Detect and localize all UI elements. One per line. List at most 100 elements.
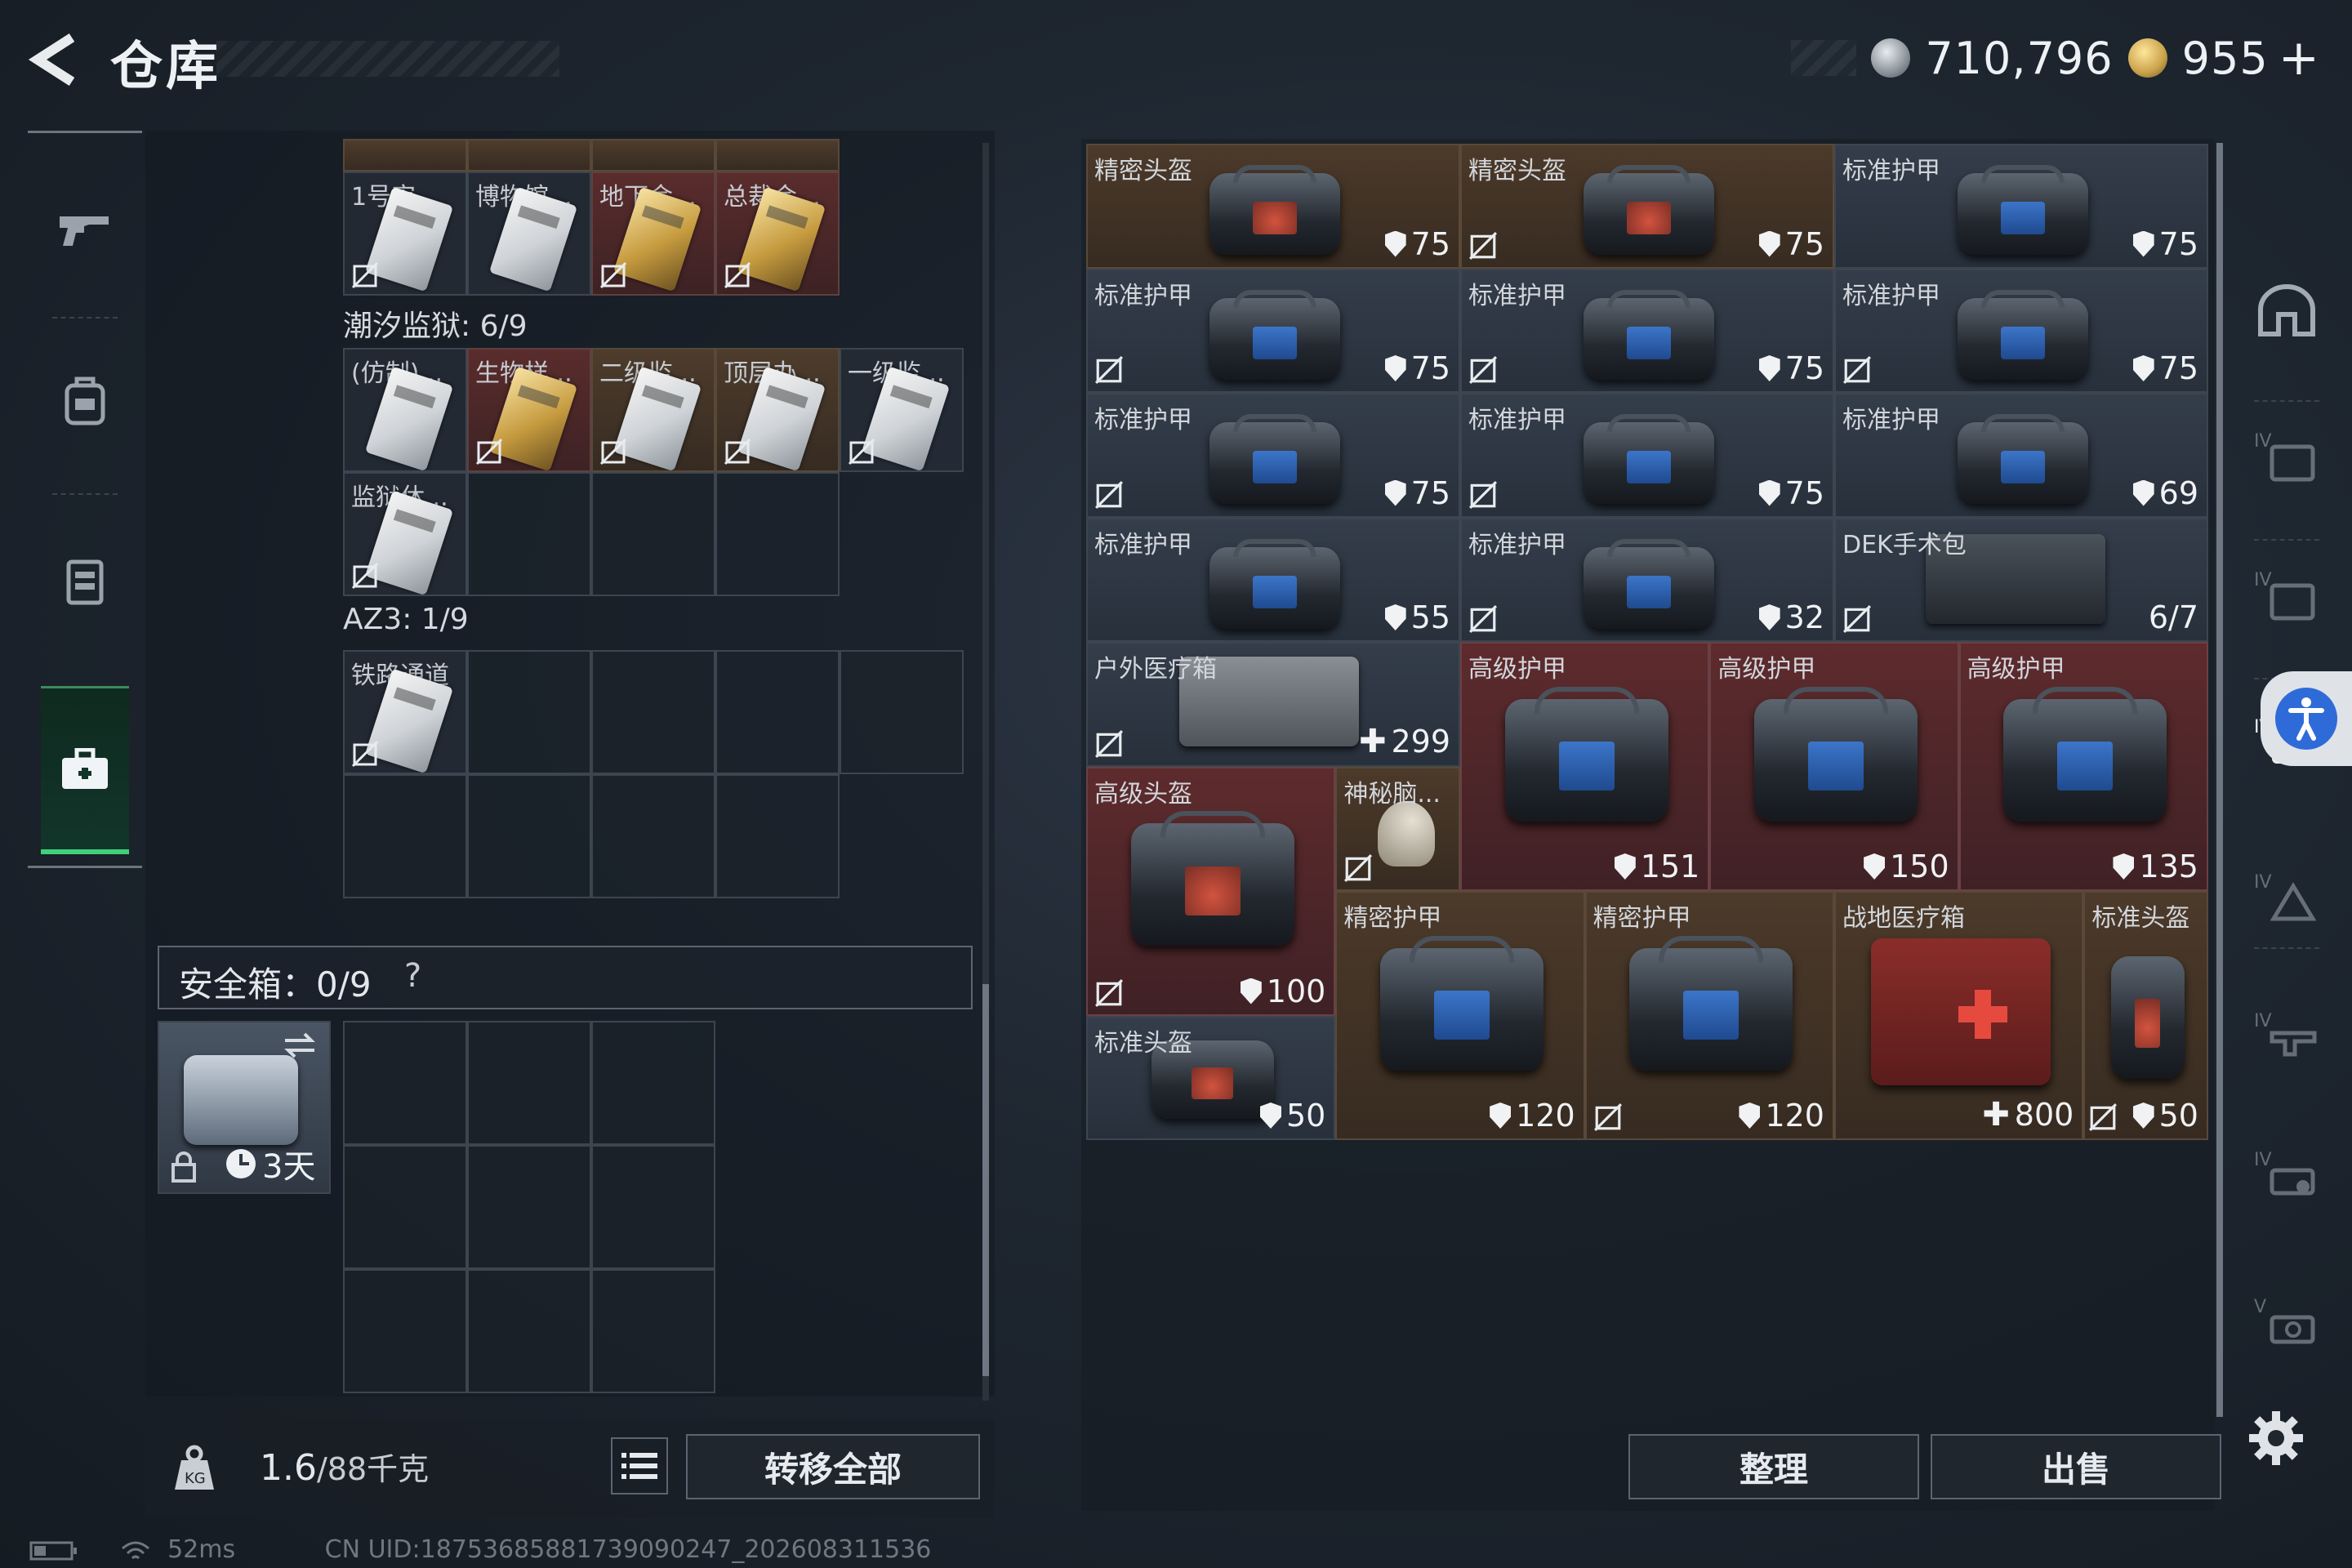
stash-item[interactable]: 标准护甲 55 [1086,517,1460,642]
keycard-slot[interactable]: 地下金... [591,172,715,296]
keycard-slot[interactable]: 监狱休... [343,472,467,596]
stash-item[interactable]: 神秘脑... [1335,766,1460,891]
stash-item[interactable]: 标准护甲 75 [1460,393,1834,518]
stash-item[interactable]: 标准护甲 32 [1460,517,1834,642]
list-view-button[interactable] [611,1437,668,1494]
list-icon [621,1453,657,1479]
empty-slot[interactable] [591,774,715,898]
nav-inventory-case[interactable] [41,686,129,854]
misc-tier-icon: IV [2254,872,2317,921]
nav-vest[interactable] [28,514,142,645]
safe-slot[interactable] [343,1145,467,1269]
left-scrollbar[interactable] [982,143,989,1401]
shield-icon [1758,230,1780,257]
nav-weapon-iv[interactable]: IV [2246,988,2328,1086]
gold-coin-icon [2127,38,2167,78]
nav-vest-iv[interactable]: IV [2246,547,2328,645]
stash-item[interactable]: 高级护甲 135 [1958,642,2208,891]
no-lock-icon [351,261,379,289]
right-scrollbar[interactable] [2216,143,2223,1417]
keycard-slot[interactable]: 铁路通道 [343,650,467,774]
swap-icon[interactable] [282,1031,318,1060]
safe-slot[interactable] [343,1021,467,1145]
stash-item[interactable]: 精密护甲 120 [1335,891,1585,1140]
stash-item[interactable]: 高级头盔 100 [1086,766,1336,1016]
stash-item[interactable]: 标准头盔 50 [2083,891,2208,1140]
safe-slot[interactable] [591,1269,715,1393]
no-lock-icon [1468,480,1498,509]
keycard-slot-partial[interactable] [467,139,591,172]
shield-icon [2113,853,2135,880]
nav-helmet[interactable] [2246,261,2328,359]
safe-slot[interactable] [467,1021,591,1145]
left-scrollbar-thumb[interactable] [982,984,989,1376]
weight-capacity: /88千克 [316,1451,430,1487]
empty-slot[interactable] [591,650,715,774]
safe-box-item[interactable]: 3天 [158,1021,331,1194]
keycard-slot[interactable]: 总裁会... [715,172,840,296]
sell-button[interactable]: 出售 [1931,1434,2221,1499]
keycard-slot[interactable]: (仿制)... [343,348,467,472]
keycard-slot[interactable]: 生物样... [467,348,591,472]
keycard-slot[interactable]: 二级监... [591,348,715,472]
safe-slot[interactable] [591,1021,715,1145]
stash-item[interactable]: 户外医疗箱 ✚ 299 [1086,642,1460,767]
keycard-slot[interactable]: 一级监... [840,348,964,472]
item-value: 75 [1410,350,1450,386]
empty-slot[interactable] [467,472,591,596]
item-value: 135 [2139,849,2198,884]
back-arrow-icon[interactable] [24,31,90,88]
stash-item[interactable]: 标准护甲 75 [1086,393,1460,518]
nav-armor-iv[interactable]: IV [2246,408,2328,506]
nav-gear-v[interactable]: V [2246,1274,2328,1372]
item-value: 75 [1410,225,1450,262]
safe-slot[interactable] [467,1145,591,1269]
stash-item[interactable]: 高级护甲 150 [1709,642,1959,891]
item-name: 神秘脑... [1343,779,1441,808]
empty-slot[interactable] [591,472,715,596]
sort-button[interactable]: 整理 [1628,1434,1919,1499]
stash-item[interactable]: 高级护甲 151 [1460,642,1710,891]
nav-backpack[interactable] [28,335,142,466]
settings-gear-icon[interactable] [2247,1410,2305,1467]
empty-slot[interactable] [840,650,964,774]
safe-slot[interactable] [591,1145,715,1269]
safe-box-image [184,1055,298,1145]
stash-item[interactable]: 标准护甲 69 [1834,393,2208,518]
nav-ammo-iv[interactable]: IV [2246,1127,2328,1225]
stash-item[interactable]: 标准头盔 50 [1086,1015,1336,1140]
transfer-all-button[interactable]: 转移全部 [686,1434,980,1499]
no-lock-icon [351,562,379,590]
stash-item[interactable]: 战地医疗箱 ✚ 800 [1834,891,2084,1140]
stash-item[interactable]: 精密头盔 75 [1460,144,1834,269]
empty-slot[interactable] [715,472,840,596]
empty-slot[interactable] [715,650,840,774]
stash-item[interactable]: 标准护甲 75 [1460,268,1834,393]
nav-separator [2254,400,2319,402]
stash-item[interactable]: 精密护甲 120 [1584,891,1834,1140]
keycard-slot-partial[interactable] [715,139,840,172]
keycard-slot[interactable]: 博物馆... [467,172,591,296]
keycard-slot-partial[interactable] [591,139,715,172]
help-icon[interactable]: ? [404,957,421,995]
empty-slot[interactable] [343,774,467,898]
stash-item[interactable]: 标准护甲 75 [1834,144,2208,269]
empty-slot[interactable] [467,774,591,898]
svg-text:IV: IV [2254,431,2272,452]
stash-item[interactable]: 标准护甲 75 [1834,268,2208,393]
nav-misc-iv[interactable]: IV [2246,849,2328,947]
stash-item[interactable]: 标准护甲 75 [1086,268,1460,393]
safe-slot[interactable] [467,1269,591,1393]
empty-slot[interactable] [467,650,591,774]
accessibility-button[interactable] [2261,671,2352,766]
keycard-slot[interactable]: 1号审... [343,172,467,296]
safe-slot[interactable] [343,1269,467,1393]
add-gold-button[interactable]: + [2278,29,2319,87]
stash-item[interactable]: 精密头盔 75 [1086,144,1460,269]
keycard-slot-partial[interactable] [343,139,467,172]
keycard-slot[interactable]: 顶层办... [715,348,840,472]
stash-item[interactable]: DEK手术包 6/7 [1834,517,2208,642]
item-name: 户外医疗箱 [1094,655,1217,684]
nav-weapons[interactable] [28,155,142,302]
empty-slot[interactable] [715,774,840,898]
